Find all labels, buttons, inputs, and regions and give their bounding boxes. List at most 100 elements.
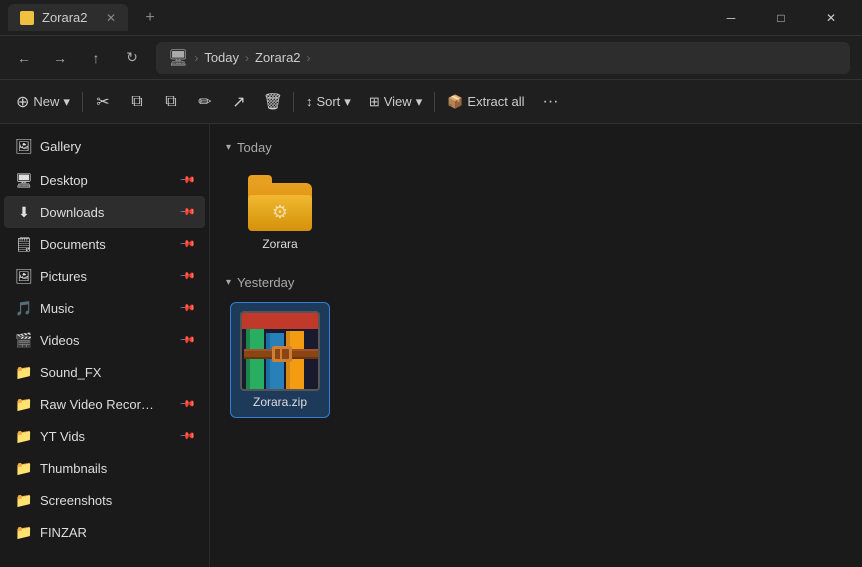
sidebar-item-label: Pictures bbox=[40, 269, 173, 284]
pin-icon: 📌 bbox=[178, 204, 195, 221]
zip-file-icon bbox=[240, 311, 320, 391]
computer-icon: 🖥 bbox=[168, 48, 188, 68]
share-icon: ↗ bbox=[232, 92, 245, 112]
maximize-button[interactable]: □ bbox=[758, 3, 804, 33]
sidebar-item-pictures[interactable]: 🖼 Pictures 📌 bbox=[4, 260, 205, 292]
sidebar-item-finzar[interactable]: 📁 FINZAR bbox=[4, 516, 205, 548]
zorara-folder-item[interactable]: ⚙ Zorara bbox=[230, 167, 330, 259]
address-path[interactable]: 🖥 › Today › Zorara2 › bbox=[156, 42, 850, 74]
refresh-icon: ↻ bbox=[126, 49, 138, 66]
extract-icon: 📦 bbox=[447, 94, 463, 110]
yesterday-section-header[interactable]: ▾ Yesterday bbox=[226, 275, 846, 290]
sidebar: 🖼 Gallery 🖥 Desktop 📌 ⬇ Downloads 📌 🗒 Do… bbox=[0, 124, 210, 567]
pin-icon: 📌 bbox=[178, 236, 195, 253]
window-controls: ─ □ ✕ bbox=[708, 3, 854, 33]
tab-title: Zorara2 bbox=[42, 10, 88, 25]
yesterday-label: Yesterday bbox=[237, 275, 294, 290]
sidebar-item-thumbnails[interactable]: 📁 Thumbnails bbox=[4, 452, 205, 484]
sidebar-item-videos[interactable]: 🎬 Videos 📌 bbox=[4, 324, 205, 356]
sidebar-item-label: Desktop bbox=[40, 173, 173, 188]
rename-button[interactable]: ✏ bbox=[189, 86, 221, 118]
delete-icon: 🗑 bbox=[263, 92, 283, 112]
sidebar-item-label: Videos bbox=[40, 333, 173, 348]
extract-all-button[interactable]: 📦 Extract all bbox=[439, 86, 532, 118]
zorara-zip-label: Zorara.zip bbox=[253, 395, 307, 409]
rename-icon: ✏ bbox=[198, 92, 211, 112]
zorara-zip-item[interactable]: Zorara.zip bbox=[230, 302, 330, 418]
active-tab[interactable]: Zorara2 ✕ bbox=[8, 4, 128, 31]
path-zorara2[interactable]: Zorara2 bbox=[255, 50, 301, 65]
new-button[interactable]: ⊕ New ▾ bbox=[8, 86, 78, 118]
close-button[interactable]: ✕ bbox=[808, 3, 854, 33]
downloads-icon: ⬇ bbox=[16, 204, 32, 220]
folder-graphic: ⚙ bbox=[248, 175, 312, 231]
new-tab-button[interactable]: + bbox=[136, 4, 164, 32]
up-button[interactable]: ↑ bbox=[80, 42, 112, 74]
desktop-icon: 🖥 bbox=[16, 172, 32, 188]
sidebar-item-yt-vids[interactable]: 📁 YT Vids 📌 bbox=[4, 420, 205, 452]
folder-icon: 📁 bbox=[16, 428, 32, 444]
sidebar-item-gallery[interactable]: 🖼 Gallery bbox=[4, 130, 205, 162]
paste-button[interactable]: ⧉ bbox=[155, 86, 187, 118]
pin-icon: 📌 bbox=[178, 268, 195, 285]
today-chevron-icon: ▾ bbox=[226, 142, 231, 153]
content-area: ▾ Today ⚙ Zorara ▾ Yesterday bbox=[210, 124, 862, 567]
sidebar-item-downloads[interactable]: ⬇ Downloads 📌 bbox=[4, 196, 205, 228]
back-icon: ← bbox=[17, 50, 31, 66]
folder-icon: 📁 bbox=[16, 364, 32, 380]
paste-icon: ⧉ bbox=[165, 93, 176, 111]
sort-label: Sort bbox=[316, 94, 340, 109]
folder-emblem: ⚙ bbox=[272, 202, 288, 223]
path-downloads[interactable]: Today bbox=[204, 50, 239, 65]
pin-icon: 📌 bbox=[178, 300, 195, 317]
minimize-button[interactable]: ─ bbox=[708, 3, 754, 33]
cut-icon: ✂ bbox=[96, 92, 109, 112]
gallery-icon: 🖼 bbox=[16, 138, 32, 154]
sidebar-item-label: Screenshots bbox=[40, 493, 193, 508]
tab-close-button[interactable]: ✕ bbox=[106, 11, 116, 25]
folder-icon: 📁 bbox=[16, 396, 32, 412]
view-button[interactable]: ⊞ View ▾ bbox=[361, 86, 430, 118]
back-button[interactable]: ← bbox=[8, 42, 40, 74]
pin-icon: 📌 bbox=[178, 428, 195, 445]
delete-button[interactable]: 🗑 bbox=[257, 86, 289, 118]
sidebar-item-label: Documents bbox=[40, 237, 173, 252]
up-icon: ↑ bbox=[93, 50, 100, 66]
toolbar-sep-1 bbox=[82, 92, 83, 112]
copy-button[interactable]: ⧉ bbox=[121, 86, 153, 118]
folder-icon: 📁 bbox=[16, 524, 32, 540]
forward-button[interactable]: → bbox=[44, 42, 76, 74]
sidebar-item-label: Gallery bbox=[40, 139, 193, 154]
videos-icon: 🎬 bbox=[16, 332, 32, 348]
sidebar-item-label: Downloads bbox=[40, 205, 173, 220]
pin-icon: 📌 bbox=[178, 396, 195, 413]
sidebar-item-label: FINZAR bbox=[40, 525, 193, 540]
sidebar-item-music[interactable]: 🎵 Music 📌 bbox=[4, 292, 205, 324]
new-plus-icon: ⊕ bbox=[16, 92, 29, 112]
sidebar-item-label: Music bbox=[40, 301, 173, 316]
pin-icon: 📌 bbox=[178, 172, 195, 189]
today-section-header[interactable]: ▾ Today bbox=[226, 140, 846, 155]
sidebar-item-raw-video[interactable]: 📁 Raw Video Recor… 📌 bbox=[4, 388, 205, 420]
sidebar-item-screenshots[interactable]: 📁 Screenshots bbox=[4, 484, 205, 516]
copy-icon: ⧉ bbox=[131, 93, 142, 111]
cut-button[interactable]: ✂ bbox=[87, 86, 119, 118]
yesterday-chevron-icon: ▾ bbox=[226, 277, 231, 288]
forward-icon: → bbox=[53, 50, 67, 66]
more-options-button[interactable]: ··· bbox=[534, 86, 566, 118]
sidebar-item-documents[interactable]: 🗒 Documents 📌 bbox=[4, 228, 205, 260]
share-button[interactable]: ↗ bbox=[223, 86, 255, 118]
toolbar-sep-3 bbox=[434, 92, 435, 112]
pictures-icon: 🖼 bbox=[16, 268, 32, 284]
refresh-button[interactable]: ↻ bbox=[116, 42, 148, 74]
toolbar-sep-2 bbox=[293, 92, 294, 112]
sort-button[interactable]: ↕ Sort ▾ bbox=[298, 86, 359, 118]
music-icon: 🎵 bbox=[16, 300, 32, 316]
zorara-folder-label: Zorara bbox=[262, 237, 297, 251]
new-chevron-icon: ▾ bbox=[63, 94, 70, 110]
sidebar-item-desktop[interactable]: 🖥 Desktop 📌 bbox=[4, 164, 205, 196]
today-items-grid: ⚙ Zorara bbox=[226, 167, 846, 259]
title-bar: Zorara2 ✕ + ─ □ ✕ bbox=[0, 0, 862, 36]
sidebar-item-sound-fx[interactable]: 📁 Sound_FX bbox=[4, 356, 205, 388]
sort-chevron-icon: ▾ bbox=[344, 94, 351, 110]
